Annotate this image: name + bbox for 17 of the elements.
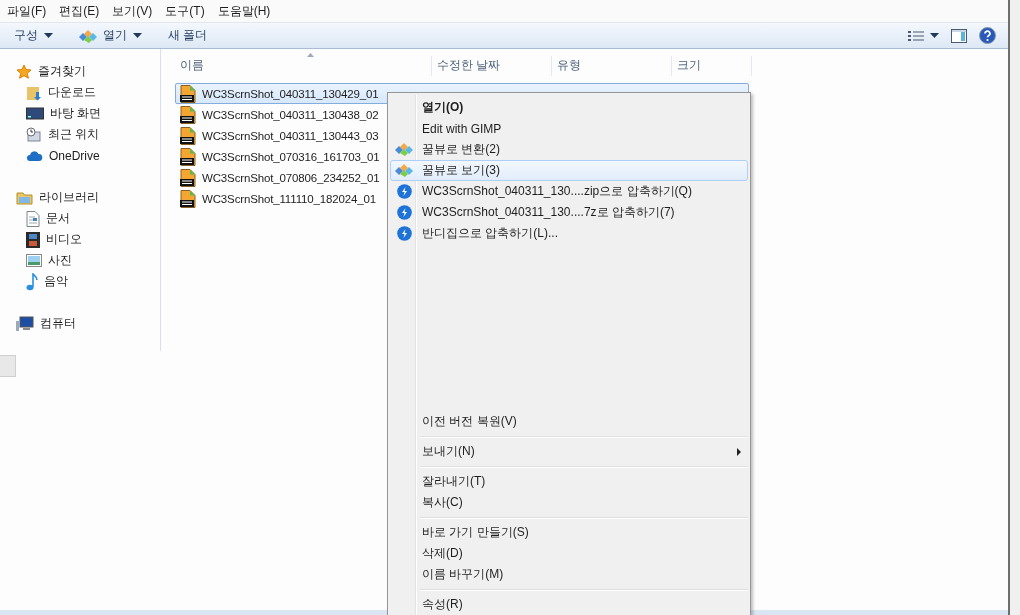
sidebar-label: 비디오: [46, 231, 82, 248]
sidebar-label: 즐겨찾기: [38, 63, 86, 80]
sidebar-label: 컴퓨터: [40, 315, 76, 332]
file-name: WC3ScrnShot_111110_182024_01: [202, 192, 376, 205]
file-name: WC3ScrnShot_040311_130438_02: [202, 108, 379, 121]
sidebar-label: 문서: [46, 210, 70, 227]
sidebar-label: 음악: [44, 273, 68, 290]
sidebar-label: 사진: [48, 252, 72, 269]
file-name: WC3ScrnShot_070316_161703_01: [202, 150, 380, 163]
file-name: WC3ScrnShot_070806_234252_01: [202, 171, 380, 184]
sidebar-label: 바탕 화면: [50, 105, 102, 122]
sidebar-label: 라이브러리: [39, 189, 99, 206]
sidebar-label: 최근 위치: [48, 126, 100, 143]
file-name: WC3ScrnShot_040311_130429_01: [202, 87, 379, 100]
sidebar-label: OneDrive: [49, 148, 100, 163]
sidebar-label: 다운로드: [48, 84, 96, 101]
file-name: WC3ScrnShot_040311_130443_03: [202, 129, 379, 142]
